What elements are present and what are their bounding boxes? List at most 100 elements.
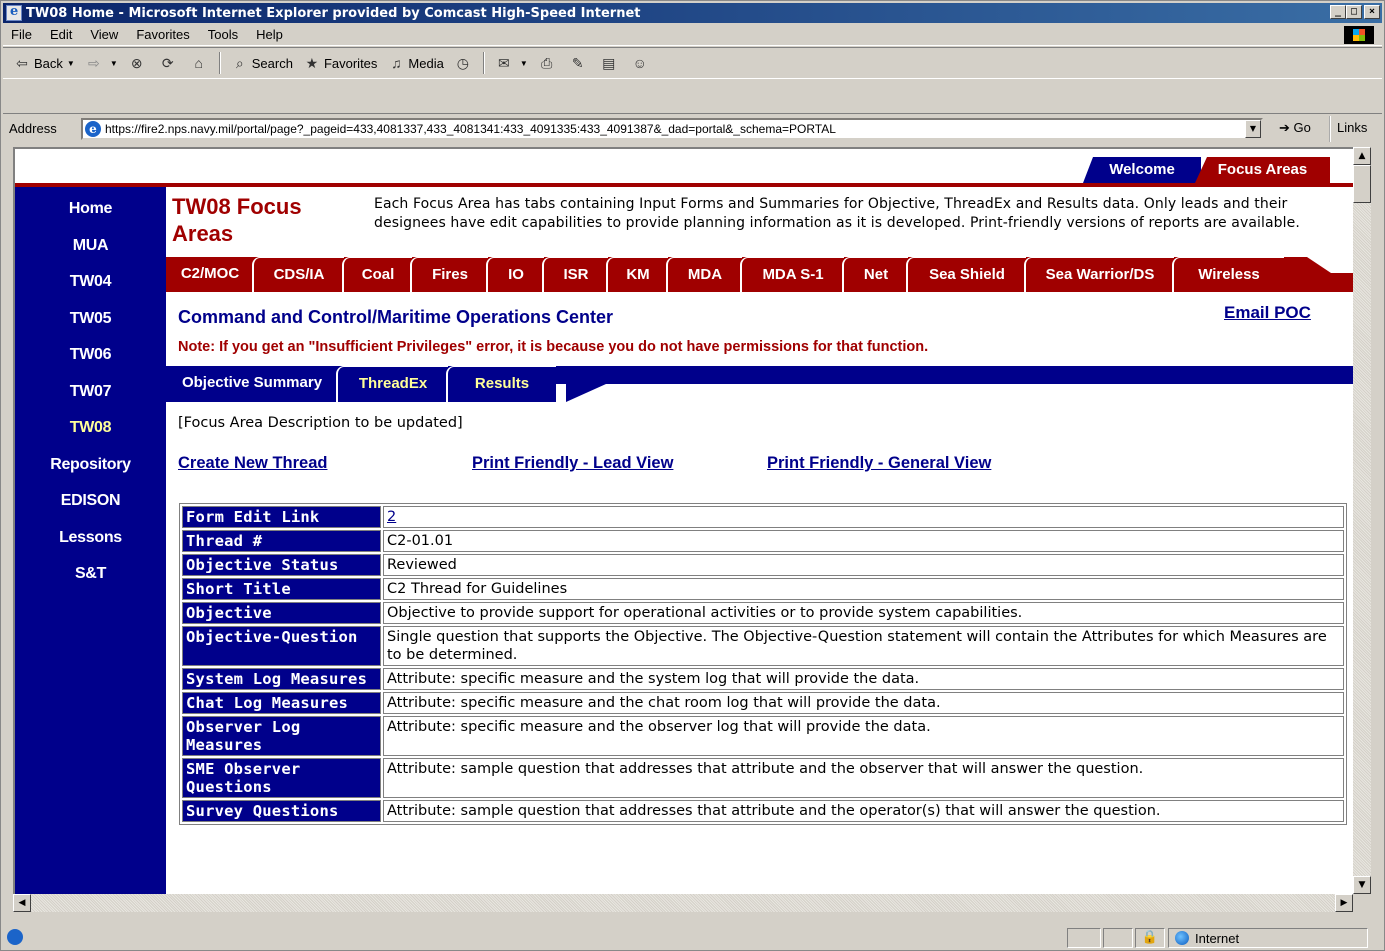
create-new-thread-link[interactable]: Create New Thread	[178, 454, 327, 473]
history-button[interactable]: ◷	[454, 54, 475, 72]
menu-favorites[interactable]: Favorites	[128, 27, 199, 42]
messenger-button[interactable]: ☺	[631, 54, 652, 72]
sidebar-item-tw07[interactable]: TW07	[15, 374, 166, 411]
menu-view[interactable]: View	[82, 27, 128, 42]
tab-net[interactable]: Net	[842, 257, 908, 292]
links-button[interactable]: Links	[1329, 116, 1373, 142]
home-button[interactable]: ⌂	[190, 54, 211, 72]
tab-isr[interactable]: ISR	[542, 257, 608, 292]
favorites-button[interactable]: ★ Favorites	[303, 54, 378, 72]
tab-threadex[interactable]: ThreadEx	[336, 366, 448, 402]
menu-file[interactable]: File	[3, 27, 42, 42]
tab-c2moc[interactable]: C2/MOC	[166, 257, 254, 292]
privileges-note: Note: If you get an "Insufficient Privil…	[178, 339, 929, 355]
home-icon: ⌂	[194, 55, 203, 71]
tab-io[interactable]: IO	[486, 257, 544, 292]
close-button[interactable]: ×	[1364, 5, 1380, 19]
media-button[interactable]: ♫ Media	[387, 54, 444, 72]
mail-button[interactable]: ✉ ▼	[495, 54, 528, 72]
tab-sea-warrior-ds[interactable]: Sea Warrior/DS	[1024, 257, 1174, 292]
menu-tools[interactable]: Tools	[200, 27, 248, 42]
maximize-button[interactable]: □	[1346, 5, 1362, 19]
row-value: Reviewed	[383, 554, 1344, 576]
row-label: Form Edit Link	[182, 506, 381, 528]
row-value: Single question that supports the Object…	[383, 626, 1344, 666]
sidebar-item-tw04[interactable]: TW04	[15, 264, 166, 301]
print-friendly-lead-view-link[interactable]: Print Friendly - Lead View	[472, 454, 673, 473]
sidebar-item-st[interactable]: S&T	[15, 556, 166, 593]
refresh-button[interactable]: ⟳	[159, 54, 180, 72]
page-icon: e	[85, 121, 101, 137]
objective-summary-table: Form Edit Link 2 Thread # C2-01.01 Objecti…	[179, 503, 1347, 825]
table-row: System Log Measures Attribute: specific m…	[182, 668, 1344, 690]
print-button[interactable]: ⎙	[538, 54, 559, 72]
form-edit-link[interactable]: 2	[387, 509, 396, 525]
focus-area-tabs: C2/MOC CDS/IA Coal Fires IO ISR KM MDA M…	[166, 257, 1353, 292]
row-label: Observer Log Measures	[182, 716, 381, 756]
row-label: Objective	[182, 602, 381, 624]
go-button[interactable]: ➔ Go	[1279, 120, 1311, 136]
row-value: C2-01.01	[383, 530, 1344, 552]
menu-help[interactable]: Help	[248, 27, 293, 42]
address-url[interactable]: https://fire2.nps.navy.mil/portal/page?_…	[105, 122, 836, 136]
sidebar-item-home[interactable]: Home	[15, 191, 166, 228]
tab-coal[interactable]: Coal	[342, 257, 412, 292]
scroll-right-button[interactable]: ▶	[1335, 894, 1353, 912]
sidebar-item-lessons[interactable]: Lessons	[15, 520, 166, 557]
status-bar: 🔒 Internet	[3, 925, 1382, 949]
tab-results[interactable]: Results	[446, 366, 556, 402]
table-row: Observer Log Measures Attribute: specific…	[182, 716, 1344, 756]
scroll-up-button[interactable]: ▲	[1353, 147, 1371, 165]
scroll-down-button[interactable]: ▼	[1353, 876, 1371, 894]
sidebar-item-tw08[interactable]: TW08	[15, 410, 166, 447]
print-icon: ⎙	[541, 55, 553, 71]
tab-objective-summary[interactable]: Objective Summary	[166, 366, 338, 402]
minimize-button[interactable]: _	[1330, 5, 1346, 19]
sidebar-item-tw06[interactable]: TW06	[15, 337, 166, 374]
stop-button[interactable]: ⊗	[128, 54, 149, 72]
sub-tabs: Objective Summary ThreadEx Results	[166, 366, 1353, 402]
standard-toolbar: ⇦ Back ▼ ⇨ ▼ ⊗ ⟳ ⌂ ⌕ Search ★ Favorites ♫ Medi…	[3, 47, 1382, 79]
sidebar-item-tw05[interactable]: TW05	[15, 301, 166, 338]
menu-edit[interactable]: Edit	[42, 27, 82, 42]
email-poc-link[interactable]: Email POC	[1224, 303, 1311, 323]
address-input[interactable]: e https://fire2.nps.navy.mil/portal/page…	[81, 118, 1263, 140]
forward-button[interactable]: ⇨ ▼	[85, 54, 118, 72]
scroll-left-button[interactable]: ◀	[13, 894, 31, 912]
discuss-button[interactable]: ▤	[600, 54, 621, 72]
tab-mda-s1[interactable]: MDA S-1	[740, 257, 844, 292]
row-value: Attribute: sample question that addresse…	[383, 758, 1344, 798]
tab-bar-tail	[1307, 257, 1353, 273]
tab-fires[interactable]: Fires	[410, 257, 488, 292]
sidebar-item-edison[interactable]: EDISON	[15, 483, 166, 520]
tab-welcome[interactable]: Welcome	[1083, 157, 1201, 183]
row-value: Attribute: sample question that addresse…	[383, 800, 1344, 822]
print-friendly-general-view-link[interactable]: Print Friendly - General View	[767, 454, 991, 473]
back-button[interactable]: ⇦ Back ▼	[13, 54, 75, 72]
tab-cdsia[interactable]: CDS/IA	[252, 257, 344, 292]
sidebar-item-repository[interactable]: Repository	[15, 447, 166, 484]
page-viewport: Welcome Focus Areas Home MUA TW04 TW05 T…	[13, 147, 1353, 894]
sidebar-item-mua[interactable]: MUA	[15, 228, 166, 265]
row-label: Chat Log Measures	[182, 692, 381, 714]
tab-wireless[interactable]: Wireless	[1172, 257, 1284, 292]
tab-km[interactable]: KM	[606, 257, 668, 292]
address-bar: Address e https://fire2.nps.navy.mil/por…	[3, 113, 1382, 143]
vertical-scroll-thumb[interactable]	[1353, 165, 1371, 203]
address-dropdown-button[interactable]: ▼	[1245, 120, 1261, 138]
address-label: Address	[9, 121, 57, 136]
horizontal-scrollbar[interactable]: ◀ ▶	[13, 894, 1353, 912]
stop-icon: ⊗	[130, 55, 143, 71]
vertical-scrollbar[interactable]: ▲ ▼	[1353, 147, 1371, 894]
history-icon: ◷	[456, 55, 469, 71]
browser-window: TW08 Home - Microsoft Internet Explorer …	[0, 0, 1385, 951]
tab-mda[interactable]: MDA	[666, 257, 742, 292]
lock-icon: 🔒	[1135, 928, 1165, 948]
edit-button[interactable]: ✎	[569, 54, 590, 72]
search-button[interactable]: ⌕ Search	[231, 54, 293, 72]
row-label: Objective Status	[182, 554, 381, 576]
main-content: TW08 Focus Areas Each Focus Area has tab…	[166, 187, 1353, 894]
tab-sea-shield[interactable]: Sea Shield	[906, 257, 1026, 292]
tab-focus-areas[interactable]: Focus Areas	[1195, 157, 1330, 183]
security-zone: Internet	[1168, 928, 1368, 948]
